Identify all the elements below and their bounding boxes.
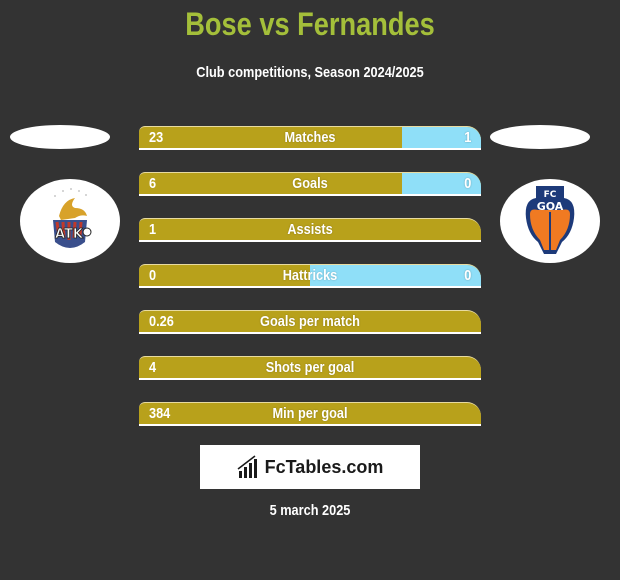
stat-row-matches: 23 Matches 1 — [139, 126, 481, 150]
atk-logo: ATK — [20, 179, 120, 263]
page-subtitle: Club competitions, Season 2024/2025 — [196, 64, 424, 81]
fc-goa-crest-icon: FC GOA — [525, 186, 575, 254]
stat-label: Goals per match — [260, 313, 360, 330]
left-value: 1 — [149, 221, 157, 238]
stat-row-assists: 1 Assists — [139, 218, 481, 242]
fctables-brand[interactable]: FcTables.com — [200, 445, 420, 489]
stat-label: Assists — [287, 221, 333, 238]
stat-label: Min per goal — [272, 405, 348, 422]
left-player-placeholder — [10, 125, 110, 149]
atk-crest-icon: ATK — [53, 188, 92, 248]
stat-label: Shots per goal — [265, 359, 355, 376]
brand-label: FcTables.com — [264, 456, 384, 477]
svg-text:GOA: GOA — [537, 200, 564, 213]
right-player-placeholder — [490, 125, 590, 149]
right-value: 1 — [463, 129, 471, 146]
fc-goa-logo: FC GOA — [500, 179, 600, 263]
stat-label: Hattricks — [282, 267, 338, 284]
svg-text:ATK: ATK — [55, 227, 84, 242]
stat-label: Matches — [284, 129, 336, 146]
stat-row-shots-per-goal: 4 Shots per goal — [139, 356, 481, 380]
svg-text:FC: FC — [544, 190, 557, 200]
right-value: 0 — [463, 175, 471, 192]
stat-row-hattricks: 0 Hattricks 0 — [139, 264, 481, 288]
page-title: Bose vs Fernandes — [185, 6, 435, 42]
left-value: 0 — [149, 267, 157, 284]
left-value: 4 — [149, 359, 157, 376]
stat-row-goals: 6 Goals 0 — [139, 172, 481, 196]
right-value: 0 — [463, 267, 471, 284]
left-value: 23 — [149, 129, 164, 146]
date-label: 5 march 2025 — [269, 502, 351, 519]
stat-row-min-per-goal: 384 Min per goal — [139, 402, 481, 426]
left-value: 6 — [149, 175, 157, 192]
bar-chart-icon — [237, 455, 257, 478]
stat-label: Goals — [292, 175, 328, 192]
stat-row-goals-per-match: 0.26 Goals per match — [139, 310, 481, 334]
